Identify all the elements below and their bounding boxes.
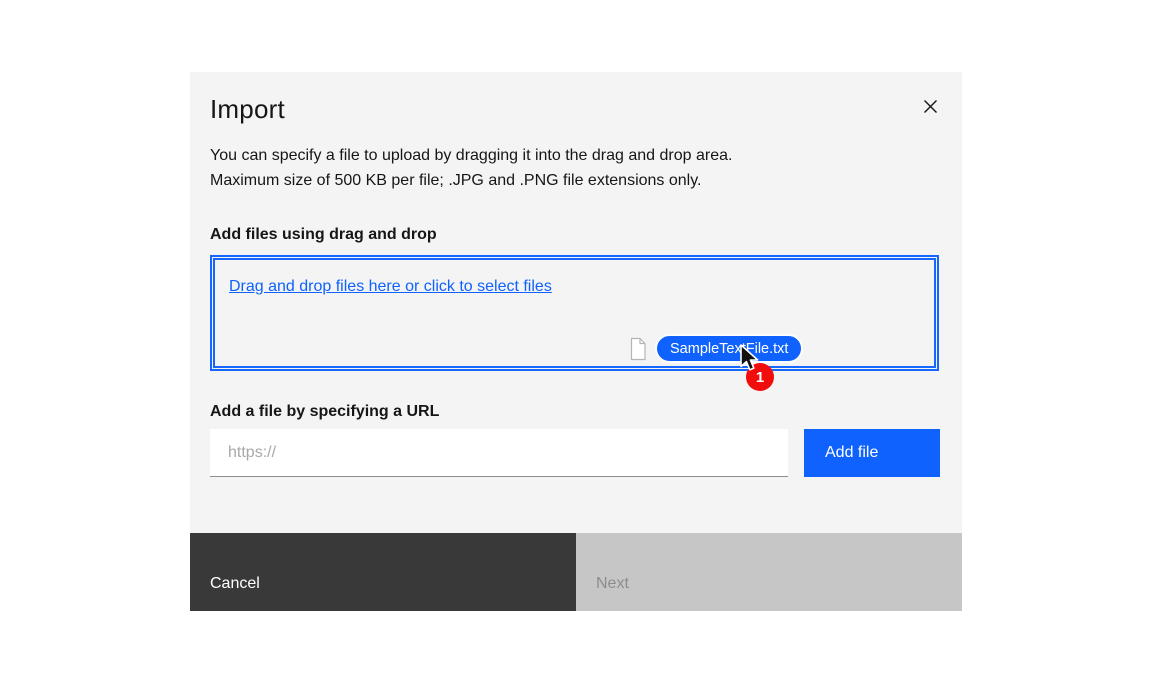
document-file-icon: [628, 337, 648, 366]
modal-footer: Cancel Next: [190, 533, 962, 611]
close-icon: [923, 99, 938, 114]
file-dropzone[interactable]: Drag and drop files here or click to sel…: [210, 255, 939, 371]
mouse-pointer-icon: [738, 343, 760, 378]
dropzone-select-files-link[interactable]: Drag and drop files here or click to sel…: [229, 278, 552, 296]
modal-description: You can specify a file to upload by drag…: [210, 144, 762, 193]
close-button[interactable]: [912, 88, 948, 124]
url-input-row: Add file: [190, 429, 962, 477]
add-file-button[interactable]: Add file: [804, 429, 940, 477]
next-button-disabled[interactable]: Next: [576, 533, 962, 611]
url-input[interactable]: [210, 429, 788, 477]
dragged-file-chip[interactable]: SampleTextFile.txt: [655, 334, 803, 363]
page-background: Import You can specify a file to upload …: [0, 0, 1152, 686]
dragged-file-name: SampleTextFile.txt: [670, 341, 788, 357]
import-modal: Import You can specify a file to upload …: [190, 72, 962, 611]
cancel-button[interactable]: Cancel: [190, 533, 576, 611]
modal-title: Import: [210, 94, 285, 124]
drag-drop-section-label: Add files using drag and drop: [210, 226, 437, 244]
url-section-label: Add a file by specifying a URL: [210, 403, 439, 421]
